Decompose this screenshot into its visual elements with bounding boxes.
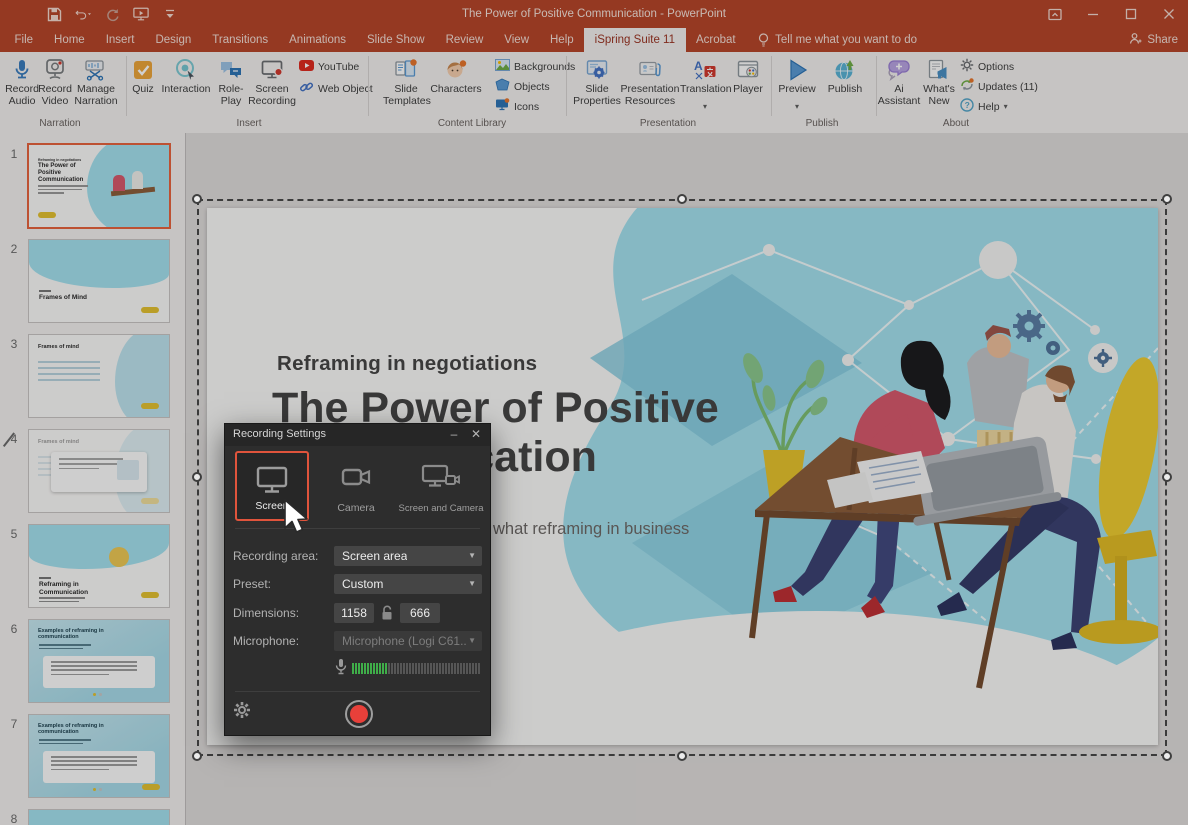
meter-segment: [478, 663, 480, 674]
meter-segment: [370, 663, 372, 674]
meter-segment: [427, 663, 429, 674]
height-field[interactable]: 666: [400, 603, 440, 623]
record-dot: [350, 705, 368, 723]
width-field[interactable]: 1158: [334, 603, 374, 623]
mode-screen-and-camera-label: Screen and Camera: [397, 503, 485, 514]
microphone-level-meter: [352, 663, 480, 674]
preset-value: Custom: [342, 574, 383, 594]
recording-settings-dialog: Recording Settings – ✕ Screen Camera Scr…: [224, 423, 491, 736]
selection-handle-bottom-middle[interactable]: [677, 751, 687, 761]
mouse-cursor: [283, 499, 311, 542]
meter-segment: [418, 663, 420, 674]
meter-segment: [472, 663, 474, 674]
meter-segment: [457, 663, 459, 674]
dimensions-label: Dimensions:: [233, 606, 299, 620]
screen-and-camera-mode-icon: [397, 463, 485, 493]
meter-segment: [397, 663, 399, 674]
dialog-header[interactable]: Recording Settings – ✕: [225, 424, 490, 446]
selection-handle-top-right[interactable]: [1162, 194, 1172, 204]
dialog-minimize-button[interactable]: –: [444, 424, 464, 444]
screen-mode-icon: [237, 465, 307, 495]
microphone-value: Microphone (Logi C61...: [342, 631, 466, 651]
selection-handle-middle-left[interactable]: [192, 472, 202, 482]
meter-segment: [451, 663, 453, 674]
dialog-divider: [235, 691, 480, 692]
recording-area-dropdown[interactable]: Screen area ▼: [334, 546, 482, 566]
meter-segment: [442, 663, 444, 674]
meter-segment: [424, 663, 426, 674]
meter-segment: [463, 663, 465, 674]
meter-segment: [445, 663, 447, 674]
meter-segment: [376, 663, 378, 674]
recording-area-label: Recording area:: [233, 549, 318, 563]
selection-handle-top-middle[interactable]: [677, 194, 687, 204]
unlock-icon[interactable]: [380, 604, 394, 627]
dialog-title: Recording Settings: [233, 428, 326, 440]
preset-label: Preset:: [233, 577, 271, 591]
meter-segment: [382, 663, 384, 674]
meter-segment: [364, 663, 366, 674]
meter-segment: [352, 663, 354, 674]
meter-segment: [460, 663, 462, 674]
meter-segment: [385, 663, 387, 674]
meter-segment: [415, 663, 417, 674]
meter-segment: [361, 663, 363, 674]
chevron-down-icon: ▼: [468, 546, 476, 566]
meter-segment: [394, 663, 396, 674]
mode-camera-label: Camera: [319, 502, 393, 514]
meter-segment: [448, 663, 450, 674]
meter-segment: [466, 663, 468, 674]
meter-segment: [355, 663, 357, 674]
meter-segment: [400, 663, 402, 674]
meter-segment: [436, 663, 438, 674]
meter-segment: [469, 663, 471, 674]
selection-handle-bottom-right[interactable]: [1162, 751, 1172, 761]
preset-dropdown[interactable]: Custom ▼: [334, 574, 482, 594]
recording-area-value: Screen area: [342, 546, 407, 566]
dialog-close-button[interactable]: ✕: [466, 424, 486, 444]
mode-camera-button[interactable]: Camera: [319, 451, 393, 521]
camera-mode-icon: [319, 463, 393, 493]
meter-segment: [379, 663, 381, 674]
record-button[interactable]: [345, 700, 373, 728]
mode-screen-and-camera-button[interactable]: Screen and Camera: [397, 451, 485, 521]
dialog-divider: [235, 528, 480, 529]
microphone-level-icon: [335, 658, 347, 680]
microphone-dropdown[interactable]: Microphone (Logi C61... ▼: [334, 631, 482, 651]
microphone-label: Microphone:: [233, 634, 299, 648]
meter-segment: [433, 663, 435, 674]
meter-segment: [358, 663, 360, 674]
meter-segment: [409, 663, 411, 674]
meter-segment: [373, 663, 375, 674]
powerpoint-window: The Power of Positive Communication - Po…: [0, 0, 1188, 825]
meter-segment: [406, 663, 408, 674]
selection-handle-middle-right[interactable]: [1162, 472, 1172, 482]
meter-segment: [430, 663, 432, 674]
selection-handle-bottom-left[interactable]: [192, 751, 202, 761]
meter-segment: [454, 663, 456, 674]
meter-segment: [388, 663, 390, 674]
chevron-down-icon: ▼: [468, 574, 476, 594]
chevron-down-icon: ▼: [468, 631, 476, 651]
settings-gear-icon[interactable]: [233, 701, 251, 724]
meter-segment: [421, 663, 423, 674]
meter-segment: [475, 663, 477, 674]
meter-segment: [412, 663, 414, 674]
meter-segment: [439, 663, 441, 674]
meter-segment: [367, 663, 369, 674]
selection-handle-top-left[interactable]: [192, 194, 202, 204]
meter-segment: [403, 663, 405, 674]
meter-segment: [391, 663, 393, 674]
